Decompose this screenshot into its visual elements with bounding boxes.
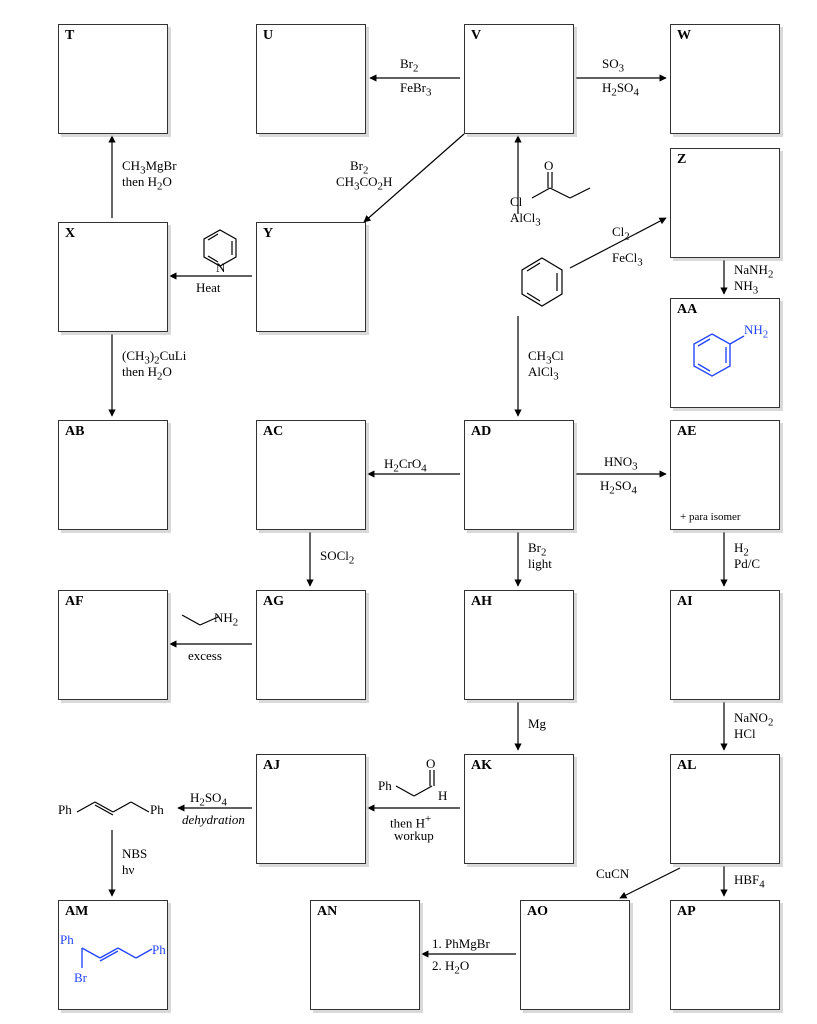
box-Z: Z <box>670 148 780 258</box>
lbl-AO-AN-2: 2. H2O <box>432 958 469 979</box>
box-label-AB: AB <box>65 424 84 440</box>
lbl-X-T-2: then H2O <box>122 174 172 195</box>
box-label-Y: Y <box>263 226 273 242</box>
box-AJ: AJ <box>256 754 366 864</box>
lbl-Z-AA-2: NH3 <box>734 278 758 299</box>
box-label-Z: Z <box>677 152 686 168</box>
lbl-AC-AG: SOCl2 <box>320 548 354 569</box>
box-AI: AI <box>670 590 780 700</box>
box-label-AN: AN <box>317 904 337 920</box>
lbl-diene-AM-2: hν <box>122 862 134 877</box>
lbl-V-U-2: FeBr3 <box>400 80 431 101</box>
lbl-AD-AE-1: HNO3 <box>604 454 638 475</box>
box-label-AG: AG <box>263 594 284 610</box>
lbl-diene-ph1: Ph <box>58 802 72 817</box>
benzene-icon <box>522 258 562 306</box>
box-label-U: U <box>263 28 273 44</box>
box-label-X: X <box>65 226 75 242</box>
box-label-AA: AA <box>677 302 697 318</box>
box-AO: AO <box>520 900 630 1010</box>
lbl-AH-AK: Mg <box>528 716 546 731</box>
lbl-AJ-diene-1: H2SO4 <box>190 790 227 811</box>
box-label-V: V <box>471 28 481 44</box>
lbl-V-Y-2: CH3CO2H <box>336 174 392 195</box>
box-AP: AP <box>670 900 780 1010</box>
lbl-V-W-2: H2SO4 <box>602 80 639 101</box>
box-AK: AK <box>464 754 574 864</box>
box-AB: AB <box>58 420 168 530</box>
box-X: X <box>58 222 168 332</box>
diene-product-icon <box>77 802 149 815</box>
lbl-Y-X: Heat <box>196 280 221 295</box>
lbl-acyl-alcl3: AlCl3 <box>510 210 541 231</box>
am-structure <box>64 922 164 997</box>
lbl-V-W-1: SO3 <box>602 56 624 77</box>
lbl-AI-AL-2: HCl <box>734 726 756 741</box>
am-ph2: Ph <box>152 942 166 957</box>
box-label-AM: AM <box>65 904 88 920</box>
box-label-AJ: AJ <box>263 758 280 774</box>
lbl-AG-AF-2: excess <box>188 648 222 663</box>
lbl-AO-AN-1: 1. PhMgBr <box>432 936 490 951</box>
lbl-V-U-1: Br2 <box>400 56 418 77</box>
propanoyl-chloride-icon <box>532 172 590 198</box>
ethylamine-icon <box>182 615 218 625</box>
box-label-AH: AH <box>471 594 492 610</box>
lbl-AJ-diene-2: dehydration <box>182 812 245 827</box>
box-label-AC: AC <box>263 424 283 440</box>
am-br: Br <box>74 970 87 985</box>
lbl-X-AB-2: then H2O <box>122 364 172 385</box>
reaction-roadmap: TUVWZXYAAABACADAEAFAGAHAIAJAKALAMANAOAP … <box>0 0 817 1024</box>
box-AF: AF <box>58 590 168 700</box>
lbl-AD-AE-2: H2SO4 <box>600 478 637 499</box>
box-Y: Y <box>256 222 366 332</box>
box-AG: AG <box>256 590 366 700</box>
box-label-AL: AL <box>677 758 696 774</box>
lbl-AK-AJ-ph: Ph <box>378 778 392 793</box>
lbl-AE-note: + para isomer <box>680 510 741 525</box>
box-AH: AH <box>464 590 574 700</box>
lbl-diene-ph2: Ph <box>150 802 164 817</box>
box-U: U <box>256 24 366 134</box>
lbl-benz-AD-2: AlCl3 <box>528 364 559 385</box>
box-AC: AC <box>256 420 366 530</box>
box-label-W: W <box>677 28 691 44</box>
lbl-AD-AC: H2CrO4 <box>384 456 427 477</box>
lbl-AL-AO: CuCN <box>596 866 629 881</box>
lbl-acyl-cl: Cl <box>510 194 522 209</box>
lbl-AG-AF-1: NH2 <box>214 610 238 631</box>
phenylacetaldehyde-icon <box>396 770 434 796</box>
aniline-structure: NH2 <box>682 320 772 405</box>
box-label-AE: AE <box>677 424 696 440</box>
box-label-AF: AF <box>65 594 84 610</box>
box-AN: AN <box>310 900 420 1010</box>
box-label-AP: AP <box>677 904 696 920</box>
lbl-pyridine-N: N <box>216 260 225 275</box>
lbl-AE-AI-2: Pd/C <box>734 556 760 571</box>
am-ph1: Ph <box>60 932 74 947</box>
aniline-nh2-label: NH2 <box>744 322 768 343</box>
box-label-AD: AD <box>471 424 491 440</box>
box-W: W <box>670 24 780 134</box>
lbl-AD-AH-2: light <box>528 556 552 571</box>
lbl-AK-AJ-o: O <box>426 756 435 771</box>
box-AD: AD <box>464 420 574 530</box>
box-label-AK: AK <box>471 758 492 774</box>
lbl-AK-AJ-workup: workup <box>394 828 434 843</box>
lbl-benz-Z-2: FeCl3 <box>612 250 643 271</box>
lbl-acyl-o: O <box>544 158 553 173</box>
box-AL: AL <box>670 754 780 864</box>
lbl-diene-AM-1: NBS <box>122 846 147 861</box>
box-T: T <box>58 24 168 134</box>
lbl-AL-AP: HBF4 <box>734 872 765 893</box>
box-V: V <box>464 24 574 134</box>
lbl-AK-AJ-h: H <box>438 788 447 803</box>
box-label-AI: AI <box>677 594 693 610</box>
box-label-AO: AO <box>527 904 548 920</box>
box-label-T: T <box>65 28 74 44</box>
lbl-benz-Z-1: Cl2 <box>612 224 630 245</box>
